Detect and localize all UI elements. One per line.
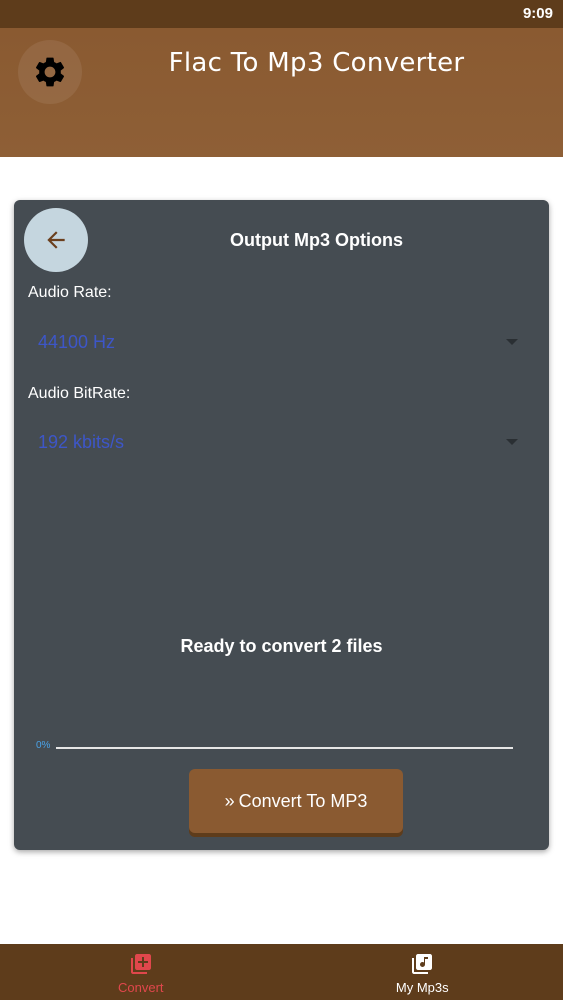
progress-bar bbox=[56, 747, 513, 749]
add-library-icon bbox=[130, 954, 151, 974]
nav-item-my-mp3s[interactable]: My Mp3s bbox=[282, 944, 563, 1000]
dropdown-arrow-icon bbox=[506, 439, 518, 445]
dropdown-arrow-icon bbox=[506, 339, 518, 345]
audio-rate-label: Audio Rate: bbox=[28, 284, 112, 301]
convert-button-label: Convert To MP3 bbox=[238, 790, 368, 811]
nav-label-convert: Convert bbox=[117, 980, 164, 995]
audio-bitrate-dropdown[interactable]: 192 kbits/s bbox=[38, 424, 518, 460]
app-title: Flac To Mp3 Converter bbox=[168, 48, 465, 78]
card-title: Output Mp3 Options bbox=[230, 230, 403, 250]
audio-bitrate-label: Audio BitRate: bbox=[28, 385, 131, 402]
status-time: 9:09 bbox=[522, 5, 553, 22]
music-library-icon bbox=[412, 954, 433, 974]
convert-button[interactable]: » Convert To MP3 bbox=[189, 769, 403, 833]
nav-label-my-mp3s: My Mp3s bbox=[395, 980, 449, 995]
status-bar: 9:09 bbox=[0, 0, 563, 28]
ready-status-text: Ready to convert 2 files bbox=[180, 636, 383, 656]
app-header: Flac To Mp3 Converter bbox=[0, 28, 563, 157]
bottom-navigation: Convert My Mp3s bbox=[0, 944, 563, 1000]
nav-item-convert[interactable]: Convert bbox=[0, 944, 282, 1000]
audio-rate-dropdown[interactable]: 44100 Hz bbox=[38, 324, 518, 360]
double-chevron-right-icon: » bbox=[224, 790, 235, 811]
audio-bitrate-value: 192 kbits/s bbox=[38, 431, 125, 452]
progress-percent: 0% bbox=[36, 740, 51, 751]
output-options-card: Output Mp3 Options Audio Rate: 44100 Hz … bbox=[14, 200, 549, 850]
audio-rate-value: 44100 Hz bbox=[38, 331, 116, 352]
